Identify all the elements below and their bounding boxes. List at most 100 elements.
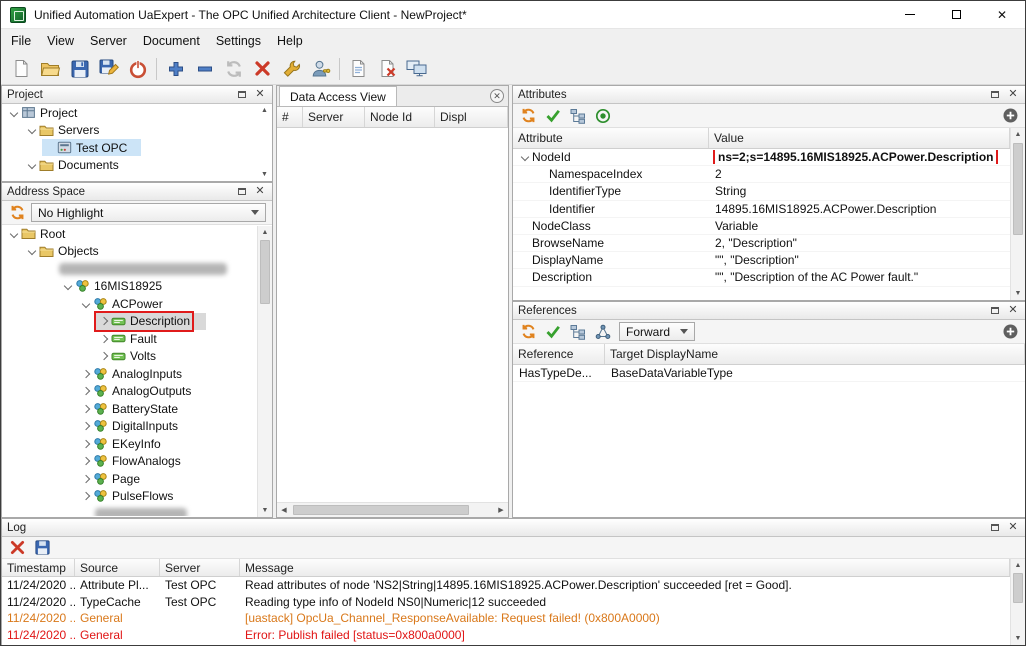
expand-options-button[interactable]: [999, 321, 1021, 342]
tree-item-description[interactable]: Description: [2, 313, 272, 331]
tree-item-batterystate[interactable]: BatteryState: [2, 400, 272, 418]
menu-server[interactable]: Server: [82, 30, 135, 52]
source-column-header[interactable]: Source: [75, 559, 160, 576]
log-float-button[interactable]: [988, 521, 1002, 535]
document-open-button[interactable]: [36, 55, 65, 83]
tree-expander[interactable]: [78, 493, 93, 499]
tree-expander[interactable]: [78, 441, 93, 447]
log-row-4[interactable]: 11/24/2020 ...GeneralError: Publish fail…: [2, 627, 1010, 644]
tree-expander[interactable]: [96, 336, 111, 342]
delete-red-button[interactable]: [248, 55, 277, 83]
refresh-references-button[interactable]: [517, 321, 539, 342]
add-document-button[interactable]: [344, 55, 373, 83]
project-float-button[interactable]: [235, 88, 249, 102]
show-hierarchy-button[interactable]: [567, 321, 589, 342]
tree-item-volts[interactable]: Volts: [2, 348, 272, 366]
tree-expander[interactable]: [96, 353, 111, 359]
scroll-left-icon[interactable]: ◀: [277, 503, 291, 517]
dav-column-header-node-id[interactable]: Node Id: [365, 107, 435, 127]
target-displayname-column-header[interactable]: Target DisplayName: [605, 344, 1025, 364]
document-save-edit-button[interactable]: [94, 55, 123, 83]
tree-item-documents[interactable]: Documents: [2, 157, 272, 175]
tree-expander[interactable]: [78, 371, 93, 377]
dav-column-header-[interactable]: #: [277, 107, 303, 127]
log-close-button[interactable]: ✕: [1006, 521, 1020, 535]
tree-expander[interactable]: [78, 301, 93, 307]
attr-expander[interactable]: [517, 154, 532, 160]
reference-row[interactable]: HasTypeDe...BaseDataVariableType: [513, 365, 1025, 382]
tree-expander[interactable]: [96, 318, 111, 324]
attribute-row-displayname[interactable]: DisplayName"", "Description": [513, 252, 1010, 269]
attributes-close-button[interactable]: ✕: [1006, 88, 1020, 102]
timestamp-column-header[interactable]: Timestamp: [2, 559, 75, 576]
settings-wrench-button[interactable]: [277, 55, 306, 83]
tree-item-redacted[interactable]: [2, 260, 272, 278]
dav-column-header-displ[interactable]: Displ: [435, 107, 508, 127]
minimize-button[interactable]: [887, 1, 933, 28]
tree-expander[interactable]: [60, 283, 75, 289]
scroll-up-icon[interactable]: ▲: [257, 104, 272, 117]
select-attributes-button[interactable]: [567, 105, 589, 126]
tree-item-objects[interactable]: Objects: [2, 243, 272, 261]
tree-item-analoginputs[interactable]: AnalogInputs: [2, 365, 272, 383]
log-row-1[interactable]: 11/24/2020 ...Attribute Pl...Test OPCRea…: [2, 577, 1010, 594]
tree-item-acpower[interactable]: ACPower: [2, 295, 272, 313]
scroll-thumb[interactable]: [293, 505, 469, 515]
menu-help[interactable]: Help: [269, 30, 311, 52]
remove-server-button[interactable]: [190, 55, 219, 83]
references-table-header[interactable]: Reference Target DisplayName: [513, 344, 1025, 365]
dav-column-header-server[interactable]: Server: [303, 107, 365, 127]
monitor-value-button[interactable]: [592, 105, 614, 126]
document-save-button[interactable]: [65, 55, 94, 83]
scroll-down-icon[interactable]: ▼: [257, 168, 272, 181]
dav-table-body[interactable]: [277, 128, 508, 502]
expand-options-button[interactable]: [999, 105, 1021, 126]
refresh-attributes-button[interactable]: [517, 105, 539, 126]
change-user-button[interactable]: [306, 55, 335, 83]
tree-item-page[interactable]: Page: [2, 470, 272, 488]
tree-expander[interactable]: [24, 248, 39, 254]
rebrowse-button[interactable]: [6, 202, 28, 223]
apply-button[interactable]: [542, 105, 564, 126]
tree-expander[interactable]: [78, 476, 93, 482]
address-space-scrollbar[interactable]: ▲ ▼: [257, 226, 272, 517]
close-button[interactable]: ✕: [979, 1, 1025, 28]
log-table-header[interactable]: Timestamp Source Server Message: [2, 559, 1025, 577]
scroll-right-icon[interactable]: ▶: [494, 503, 508, 517]
direction-dropdown[interactable]: Forward: [619, 322, 695, 341]
attributes-table-header[interactable]: Attribute Value: [513, 128, 1025, 149]
menu-document[interactable]: Document: [135, 30, 208, 52]
attributes-float-button[interactable]: [988, 88, 1002, 102]
scroll-up-icon[interactable]: ▲: [1011, 559, 1025, 572]
tree-item-fault[interactable]: Fault: [2, 330, 272, 348]
menu-settings[interactable]: Settings: [208, 30, 269, 52]
tree-item-project[interactable]: Project: [2, 104, 272, 122]
log-row-3[interactable]: 11/24/2020 ...General[uastack] OpcUa_Cha…: [2, 610, 1010, 627]
tree-item-digitalinputs[interactable]: DigitalInputs: [2, 418, 272, 436]
attribute-row-identifiertype[interactable]: IdentifierTypeString: [513, 183, 1010, 200]
value-column-header[interactable]: Value: [709, 128, 1010, 148]
disconnect-button[interactable]: [123, 55, 152, 83]
scroll-up-icon[interactable]: ▲: [258, 226, 272, 239]
tree-item-analogoutputs[interactable]: AnalogOutputs: [2, 383, 272, 401]
attribute-row-browsename[interactable]: BrowseName2, "Description": [513, 235, 1010, 252]
scroll-down-icon[interactable]: ▼: [1011, 287, 1025, 300]
tree-item-root[interactable]: Root: [2, 225, 272, 243]
log-row-2[interactable]: 11/24/2020 ...TypeCacheTest OPCReading t…: [2, 594, 1010, 611]
attribute-row-nodeclass[interactable]: NodeClassVariable: [513, 218, 1010, 235]
attribute-row-identifier[interactable]: Identifier14895.16MIS18925.ACPower.Descr…: [513, 201, 1010, 218]
scroll-thumb[interactable]: [1013, 573, 1023, 603]
tree-expander[interactable]: [78, 458, 93, 464]
tree-item-servers[interactable]: Servers: [2, 122, 272, 140]
tree-expander[interactable]: [6, 231, 21, 237]
tree-expander[interactable]: [24, 127, 39, 133]
attribute-column-header[interactable]: Attribute: [513, 128, 709, 148]
scroll-thumb[interactable]: [260, 240, 270, 304]
tree-item-flowanalogs[interactable]: FlowAnalogs: [2, 453, 272, 471]
scroll-thumb[interactable]: [1013, 143, 1023, 235]
add-server-button[interactable]: [161, 55, 190, 83]
dav-table-header[interactable]: #ServerNode IdDispl: [277, 107, 508, 128]
dav-horizontal-scrollbar[interactable]: ◀ ▶: [277, 502, 508, 517]
address-space-close-button[interactable]: ✕: [253, 185, 267, 199]
refresh-gray-button[interactable]: [219, 55, 248, 83]
